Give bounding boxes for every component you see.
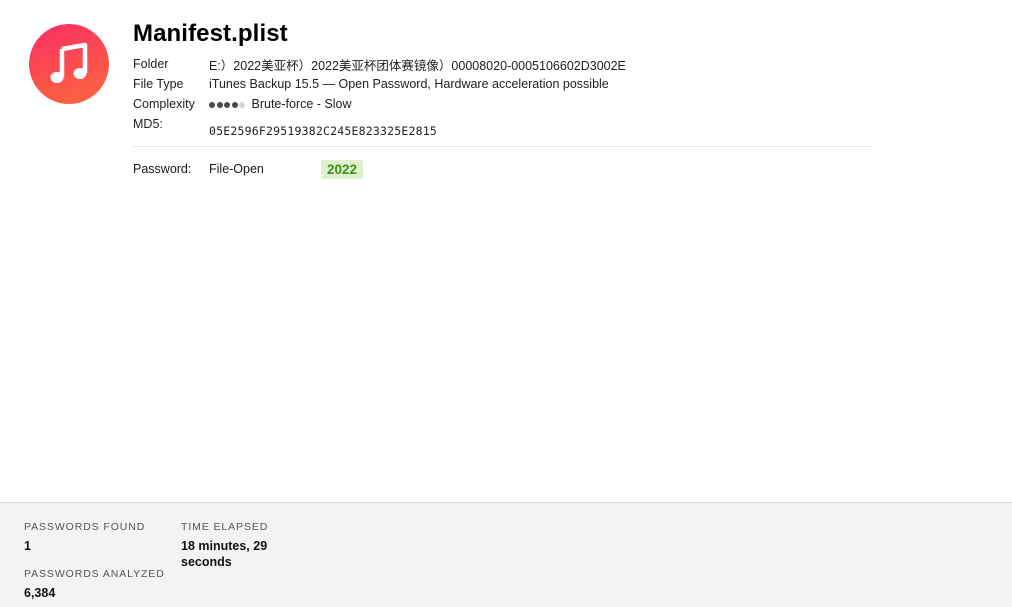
passwords-found-label: PASSWORDS FOUND — [24, 521, 146, 533]
password-row: Password: File-Open 2022 — [133, 158, 364, 180]
filetype-label: File Type — [133, 77, 184, 91]
passwords-analyzed-stat: PASSWORDS ANALYZED 6,384 — [24, 568, 165, 601]
complexity-value-wrap: Brute-force - Slow — [209, 97, 352, 111]
md5-row: MD5: 05E2596F29519382C245E823325E2815 — [133, 114, 626, 138]
complexity-rating — [209, 102, 247, 108]
music-note-icon — [29, 24, 109, 104]
music-note-glyph — [50, 42, 88, 83]
folder-row: Folder E:）2022美亚杯）2022美亚杯团体赛镜像）00008020-… — [133, 54, 626, 74]
password-kind: File-Open — [209, 162, 264, 176]
complexity-dot-filled — [224, 102, 230, 108]
passwords-analyzed-value: 6,384 — [24, 586, 56, 600]
complexity-dot-filled — [231, 102, 238, 108]
complexity-value: Brute-force - Slow — [251, 97, 352, 111]
time-elapsed-stat: TIME ELAPSED 18 minutes, 29 seconds — [181, 521, 291, 570]
time-elapsed-value: 18 minutes, 29 seconds — [181, 539, 268, 569]
filetype-row: File Type iTunes Backup 15.5 — Open Pass… — [133, 74, 626, 94]
stats-footer: PASSWORDS FOUND 1 PASSWORDS ANALYZED 6,3… — [0, 502, 1012, 607]
file-title: Manifest.plist — [133, 20, 288, 47]
filetype-value: iTunes Backup 15.5 — Open Password, Hard… — [209, 77, 609, 91]
md5-value: 05E2596F29519382C245E823325E2815 — [209, 124, 437, 138]
complexity-dot-filled — [209, 102, 215, 108]
folder-label: Folder — [133, 57, 169, 71]
complexity-dot-empty — [239, 102, 245, 108]
folder-value: E:）2022美亚杯）2022美亚杯团体赛镜像）00008020-0005106… — [209, 58, 626, 73]
file-info: Folder E:）2022美亚杯）2022美亚杯团体赛镜像）00008020-… — [133, 54, 626, 138]
passwords-found-stat: PASSWORDS FOUND 1 — [24, 521, 145, 554]
passwords-found-value: 1 — [24, 539, 31, 553]
complexity-dot-filled — [216, 102, 223, 108]
password-label: Password: — [133, 162, 192, 176]
complexity-label: Complexity — [133, 97, 195, 111]
md5-label: MD5: — [133, 117, 163, 131]
complexity-row: Complexity Brute-force - Slow — [133, 94, 626, 114]
time-elapsed-label: TIME ELAPSED — [181, 521, 269, 533]
password-value[interactable]: 2022 — [321, 159, 364, 179]
divider — [133, 146, 873, 147]
passwords-analyzed-label: PASSWORDS ANALYZED — [24, 568, 165, 580]
